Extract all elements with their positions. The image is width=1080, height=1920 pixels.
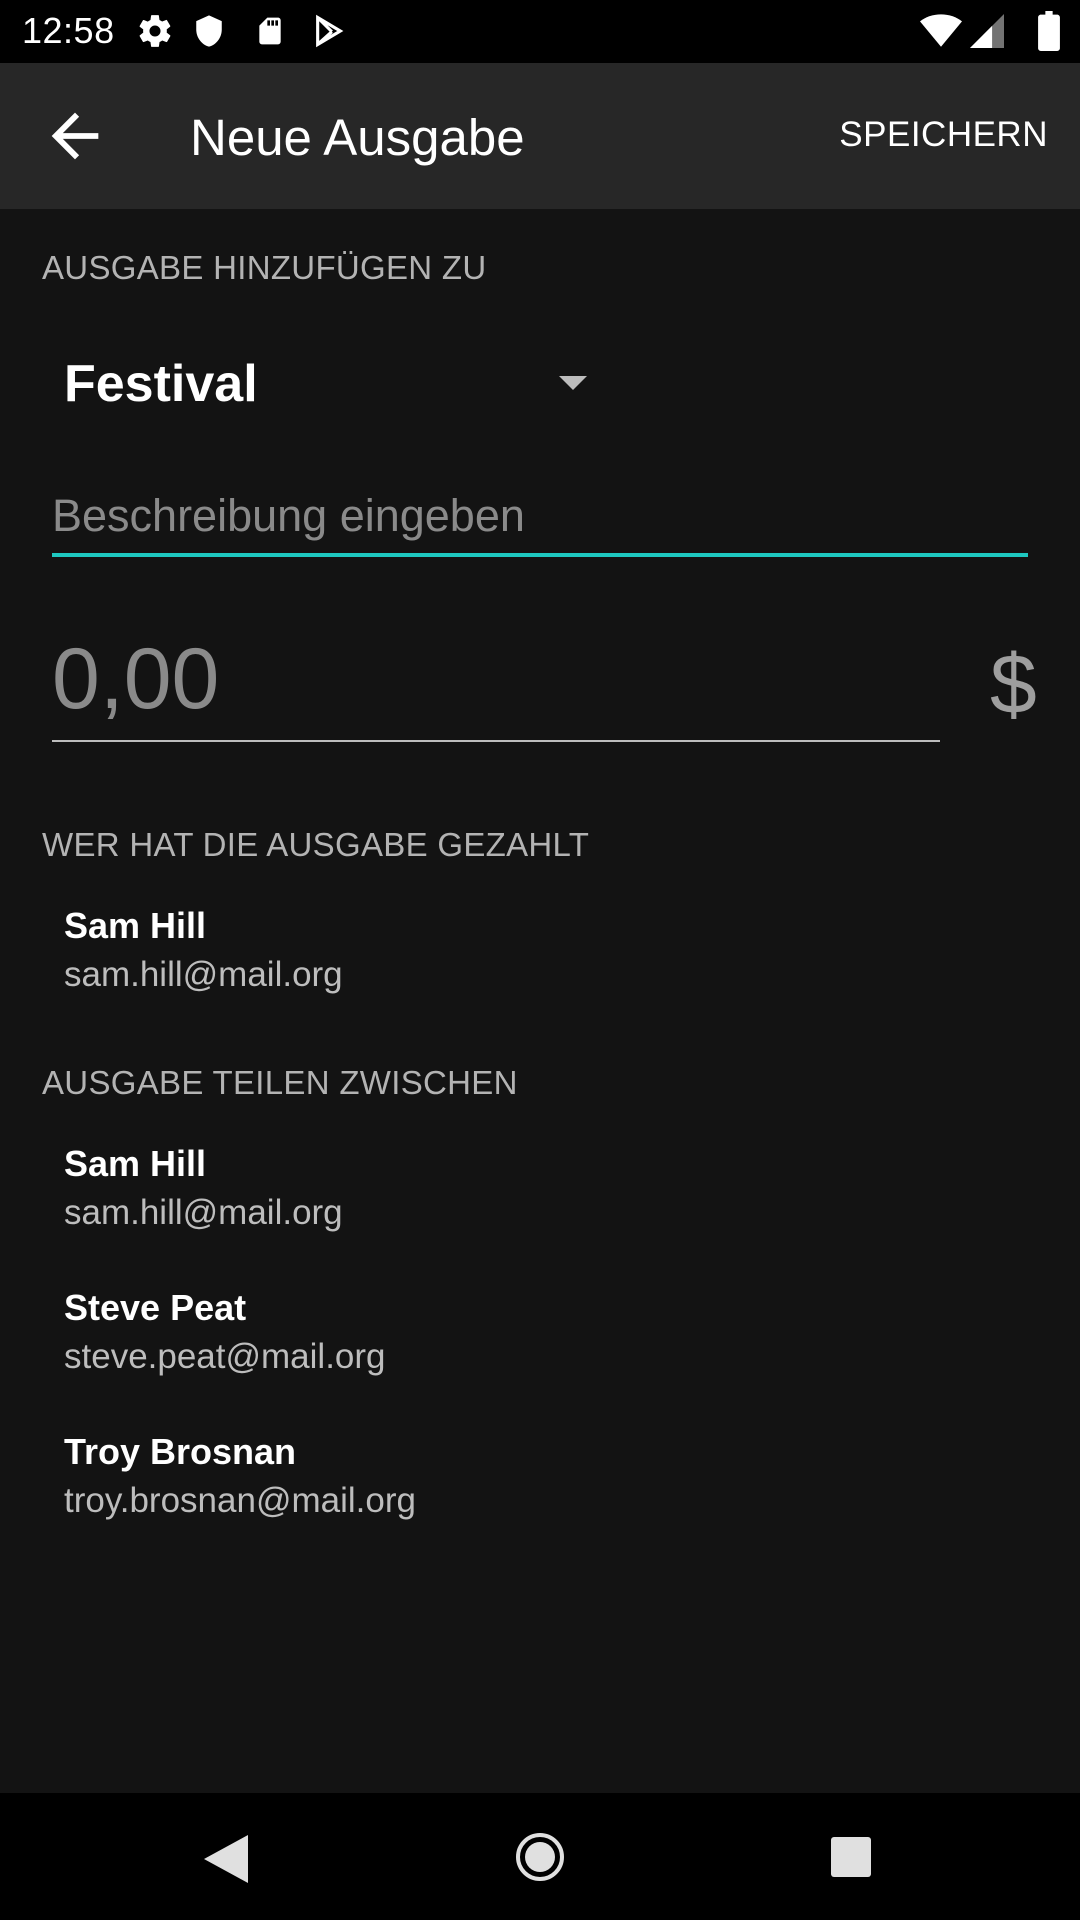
description-placeholder: Beschreibung eingeben [52, 490, 525, 541]
wifi-icon [920, 14, 962, 47]
split-member-item[interactable]: Sam Hill sam.hill@mail.org [64, 1143, 964, 1253]
app-bar: Neue Ausgabe SPEICHERN [0, 63, 1080, 209]
paid-by-label: WER HAT DIE AUSGABE GEZAHLT [42, 826, 590, 863]
nav-recents-icon[interactable] [831, 1837, 871, 1877]
person-name: Steve Peat [64, 1287, 247, 1328]
back-button[interactable] [40, 101, 110, 171]
cell-signal-icon [970, 14, 1004, 48]
navigation-bar [0, 1793, 1080, 1920]
person-email: steve.peat@mail.org [64, 1337, 386, 1376]
description-underline [52, 553, 1028, 557]
person-name: Sam Hill [64, 905, 207, 946]
chevron-down-icon [559, 376, 587, 390]
person-name: Sam Hill [64, 1143, 207, 1184]
amount-underline [52, 740, 940, 742]
payer-item[interactable]: Sam Hill sam.hill@mail.org [64, 905, 964, 1015]
person-name: Troy Brosnan [64, 1431, 297, 1472]
page-title: Neue Ausgabe [190, 109, 525, 166]
sd-card-icon [259, 17, 281, 45]
group-selected-value: Festival [64, 355, 258, 413]
shield-icon [196, 15, 222, 47]
currency-symbol: $ [990, 637, 1037, 731]
person-email: troy.brosnan@mail.org [64, 1481, 416, 1520]
status-time: 12:58 [22, 10, 115, 51]
add-to-label: AUSGABE HINZUFÜGEN ZU [42, 249, 487, 286]
amount-placeholder: 0,00 [52, 631, 220, 727]
status-bar: 12:58 [0, 0, 1080, 63]
nav-home-icon[interactable] [514, 1831, 566, 1883]
person-email: sam.hill@mail.org [64, 955, 343, 994]
play-store-icon [316, 14, 344, 48]
split-between-label: AUSGABE TEILEN ZWISCHEN [42, 1064, 518, 1101]
description-input[interactable]: Beschreibung eingeben [52, 490, 1028, 558]
amount-input[interactable]: 0,00 [52, 630, 940, 745]
arrow-left-icon [51, 112, 99, 160]
save-button[interactable]: SPEICHERN [839, 115, 1048, 155]
battery-icon [1038, 11, 1060, 51]
group-dropdown[interactable]: Festival [64, 346, 604, 426]
gear-icon [139, 15, 171, 47]
status-system-icons [920, 0, 1080, 63]
split-member-item[interactable]: Steve Peat steve.peat@mail.org [64, 1287, 964, 1397]
person-email: sam.hill@mail.org [64, 1193, 343, 1232]
split-member-item[interactable]: Troy Brosnan troy.brosnan@mail.org [64, 1431, 964, 1541]
nav-back-icon[interactable] [204, 1835, 248, 1883]
